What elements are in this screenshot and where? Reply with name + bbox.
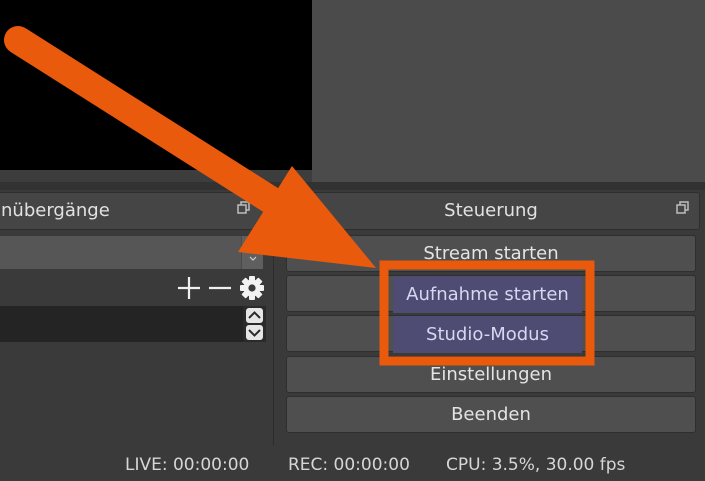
cpu-fps-readout: CPU: 3.5%, 30.00 fps (446, 455, 626, 475)
start-recording-label[interactable]: Aufnahme starten (393, 276, 582, 313)
minus-icon[interactable] (207, 272, 233, 304)
preview-canvas (0, 0, 312, 170)
start-stream-button[interactable]: Stream starten (286, 235, 696, 272)
rec-timer: REC: 00:00:00 (288, 455, 410, 475)
transition-select[interactable] (0, 236, 263, 269)
transitions-dock-title-label: nübergänge (1, 200, 110, 221)
duration-spinbox[interactable] (243, 306, 266, 342)
transitions-dock-title: nübergänge (0, 192, 267, 230)
chevron-down-icon (248, 329, 261, 337)
spin-down-button[interactable] (246, 325, 263, 340)
dock-splitter[interactable] (0, 182, 705, 190)
transition-duration-field[interactable] (0, 306, 243, 342)
float-dock-icon[interactable] (676, 201, 689, 214)
studio-mode-label[interactable]: Studio-Modus (393, 316, 582, 353)
plus-icon[interactable] (176, 272, 202, 304)
gear-icon[interactable] (238, 272, 266, 304)
settings-button[interactable]: Einstellungen (286, 356, 696, 393)
chevron-up-icon (248, 311, 261, 319)
float-dock-icon[interactable] (237, 201, 250, 214)
live-timer: LIVE: 00:00:00 (125, 455, 250, 475)
controls-dock-title: Steuerung (282, 192, 700, 230)
exit-button[interactable]: Beenden (286, 396, 696, 433)
preview-bottom-strip (0, 170, 312, 182)
updown-arrows-icon (249, 243, 256, 261)
status-bar: LIVE: 00:00:00 REC: 00:00:00 CPU: 3.5%, … (0, 450, 705, 481)
controls-dock-title-label: Steuerung (444, 200, 538, 221)
spin-up-button[interactable] (246, 308, 263, 323)
transition-select-arrows[interactable] (241, 236, 263, 269)
program-canvas-area (312, 0, 705, 182)
